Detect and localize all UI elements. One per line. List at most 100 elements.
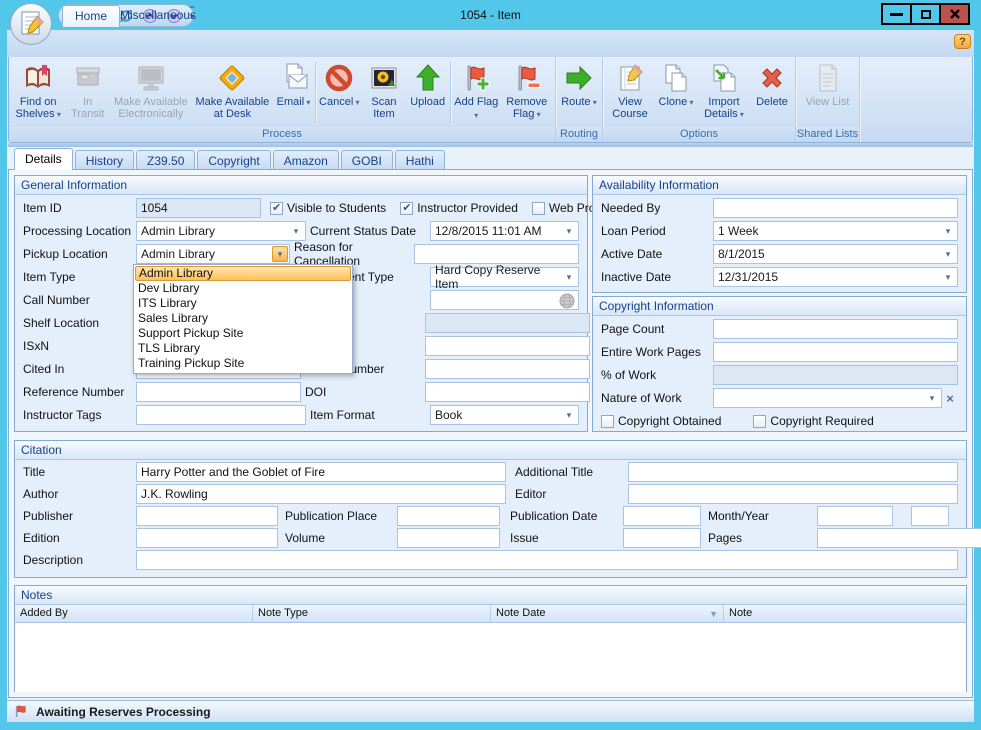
active-date-combo[interactable]: 8/1/2015 [713,244,958,264]
publisher-label: Publisher [23,509,136,523]
text-field[interactable] [425,336,590,356]
instructor-provided-checkbox[interactable] [400,202,413,215]
notes-panel: Notes Added By Note Type Note Date Note [14,585,967,692]
book-icon [22,62,54,94]
column-note-date[interactable]: Note Date [491,605,724,622]
page-count-label: Page Count [601,322,713,336]
active-date-value: 8/1/2015 [718,247,765,261]
add-flag-button[interactable]: Add Flag [452,59,501,127]
notes-grid-body[interactable] [15,623,966,692]
processing-location-combo[interactable]: Admin Library [136,221,306,241]
chevron-down-icon[interactable] [940,269,956,285]
loan-period-combo[interactable]: 1 Week [713,221,958,241]
make-available-electronically-button[interactable]: Make Available Electronically [110,59,192,127]
make-available-at-desk-button[interactable]: Make Available at Desk [192,59,274,127]
inactive-date-combo[interactable]: 12/31/2015 [713,267,958,287]
tab-history[interactable]: History [75,150,134,170]
item-id-field[interactable] [136,198,261,218]
clone-button[interactable]: Clone [655,59,697,127]
application-menu-button[interactable] [9,2,53,46]
instructor-tags-field[interactable] [136,405,306,425]
item-format-combo[interactable]: Book [430,405,579,425]
web-proxy-checkbox[interactable] [532,202,545,215]
tab-amazon[interactable]: Amazon [273,150,339,170]
column-note[interactable]: Note [724,605,966,622]
email-button[interactable]: Email [273,59,314,127]
pct-of-work-field[interactable] [713,365,958,385]
column-note-type[interactable]: Note Type [253,605,491,622]
copyright-required-checkbox[interactable] [753,415,766,428]
page-count-field[interactable] [713,319,958,339]
minimize-button[interactable] [881,3,912,25]
author-field[interactable] [136,484,506,504]
pages-field[interactable] [817,528,981,548]
reference-number-field[interactable] [136,382,301,402]
editor-field[interactable] [628,484,958,504]
doi-field[interactable] [425,382,590,402]
publisher-field[interactable] [136,506,278,526]
view-course-button[interactable]: View Course [605,59,655,127]
chevron-down-icon[interactable] [288,223,304,239]
reason-for-cancellation-field[interactable] [414,244,579,264]
delete-button[interactable]: Delete [751,59,793,127]
scan-item-button[interactable]: Scan Item [362,59,407,127]
edition-field[interactable] [136,528,278,548]
dropdown-option[interactable]: TLS Library [135,341,351,356]
visible-to-students-checkbox[interactable] [270,202,283,215]
chevron-down-icon[interactable] [940,223,956,239]
route-button[interactable]: Route [558,59,600,127]
dropdown-option[interactable]: Dev Library [135,281,351,296]
tab-miscellaneous[interactable]: Miscellaneous [108,5,208,27]
dropdown-option[interactable]: Admin Library [135,266,351,281]
description-label: Description [23,553,136,567]
remove-flag-button[interactable]: Remove Flag [501,59,553,127]
issue-field[interactable] [623,528,701,548]
volume-field[interactable] [397,528,500,548]
publication-date-field[interactable] [623,506,701,526]
publication-place-field[interactable] [397,506,500,526]
tab-hathi[interactable]: Hathi [395,150,445,170]
tab-gobi[interactable]: GOBI [341,150,393,170]
tab-z3950[interactable]: Z39.50 [136,150,195,170]
oclc-number-field[interactable] [425,359,590,379]
readonly-field[interactable] [425,313,590,333]
chevron-down-icon[interactable] [561,407,577,423]
globe-icon[interactable] [559,293,575,309]
tab-copyright[interactable]: Copyright [197,150,270,170]
title-field[interactable] [136,462,506,482]
current-status-date-combo[interactable]: 12/8/2015 11:01 AM [430,221,579,241]
needed-by-field[interactable] [713,198,958,218]
pickup-location-combo[interactable]: Admin Library [136,244,290,264]
url-field[interactable] [430,290,579,310]
dropdown-option[interactable]: Sales Library [135,311,351,326]
help-icon[interactable] [954,34,971,49]
maximize-button[interactable] [910,3,941,25]
tab-details[interactable]: Details [14,148,73,170]
clear-icon[interactable] [942,391,958,406]
find-on-shelves-button[interactable]: Find on Shelves [11,59,65,127]
chevron-down-icon[interactable] [561,269,577,285]
chevron-down-icon[interactable] [940,246,956,262]
close-button[interactable] [939,3,970,25]
document-type-combo[interactable]: Hard Copy Reserve Item [430,267,579,287]
dropdown-option[interactable]: ITS Library [135,296,351,311]
in-transit-button[interactable]: In Transit [65,59,110,127]
additional-title-field[interactable] [628,462,958,482]
chevron-down-icon[interactable] [924,390,940,406]
month-field[interactable] [817,506,893,526]
nature-of-work-combo[interactable] [713,388,942,408]
chevron-down-icon[interactable] [272,246,288,262]
copyright-obtained-checkbox[interactable] [601,415,614,428]
year-field[interactable] [911,506,949,526]
cancel-button[interactable]: Cancel [317,59,362,127]
chevron-down-icon[interactable] [561,223,577,239]
dropdown-option[interactable]: Support Pickup Site [135,326,351,341]
description-field[interactable] [136,550,958,570]
upload-button[interactable]: Upload [406,59,449,127]
import-details-button[interactable]: Import Details [697,59,751,127]
route-arrow-icon [563,62,595,94]
entire-work-pages-field[interactable] [713,342,958,362]
dropdown-option[interactable]: Training Pickup Site [135,356,351,371]
view-list-button[interactable]: View List [799,59,857,127]
column-added-by[interactable]: Added By [15,605,253,622]
